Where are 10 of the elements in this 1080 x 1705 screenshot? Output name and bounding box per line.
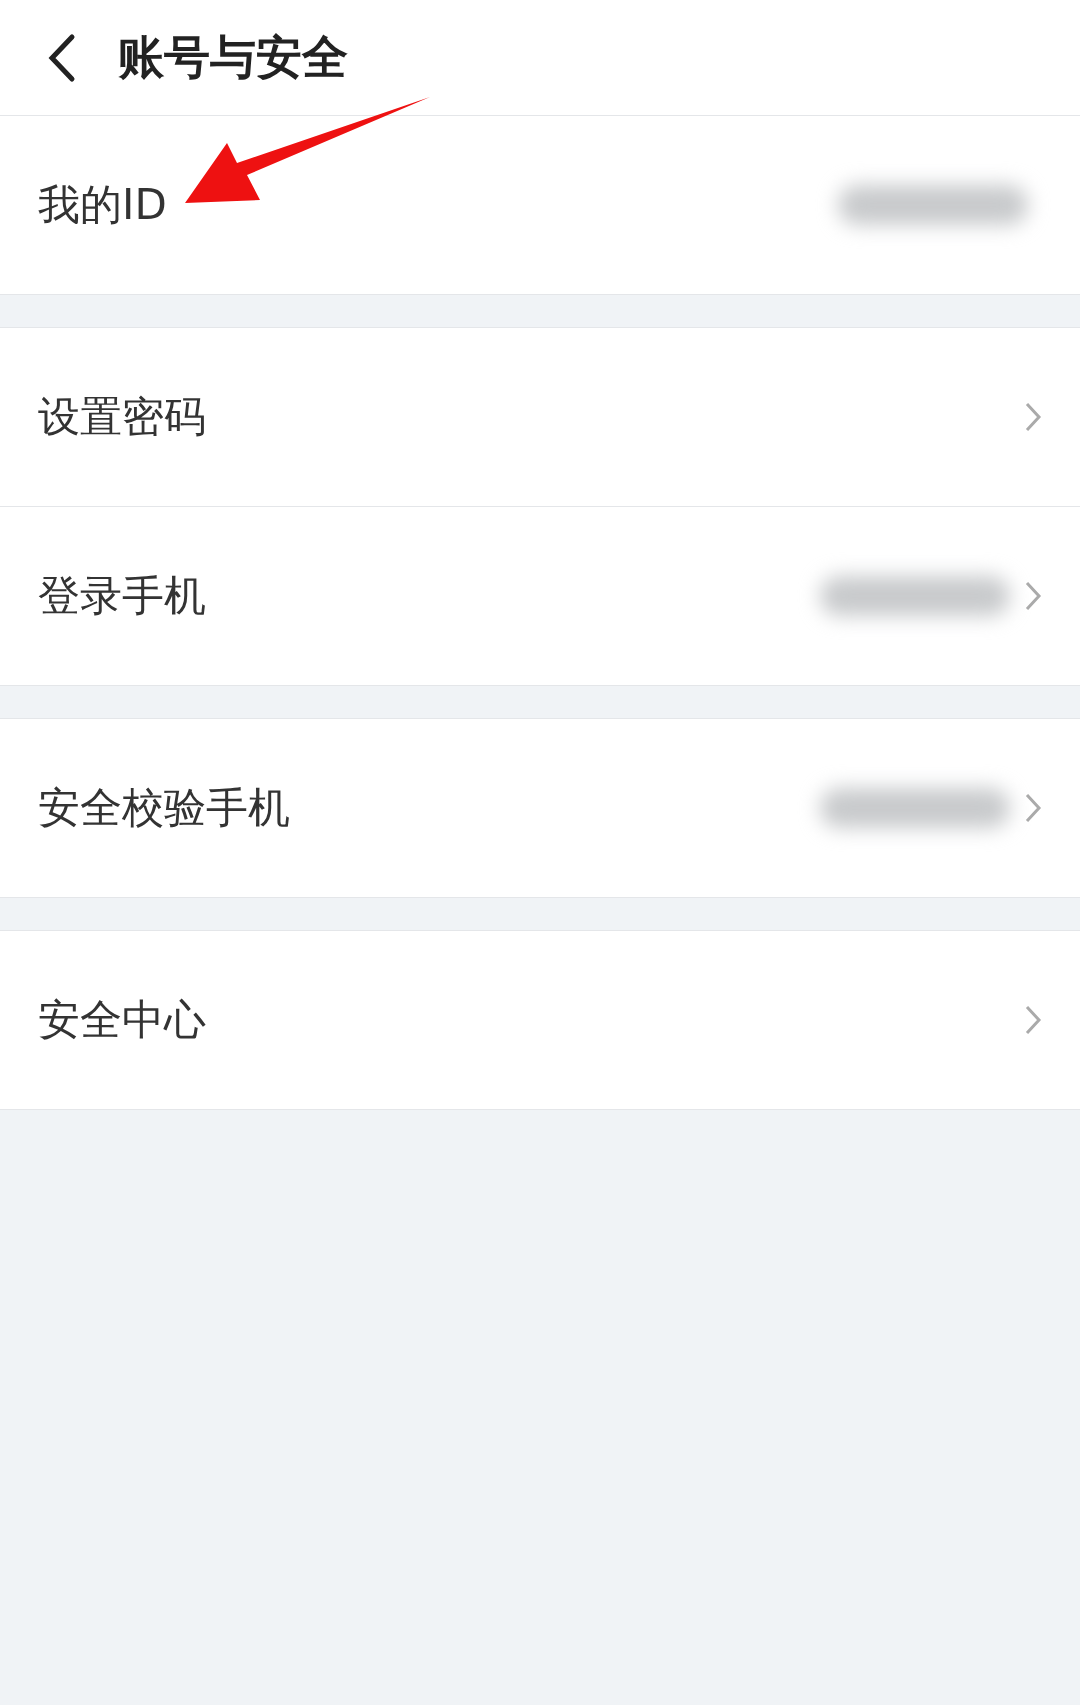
chevron-icon [1024, 580, 1042, 612]
settings-item[interactable]: 安全中心 [38, 992, 1024, 1048]
settings-item[interactable]: 设置密码 [38, 389, 1024, 445]
chevron-icon [1024, 1004, 1042, 1036]
settings-item[interactable]: 登录手机 [38, 568, 820, 624]
page-title: 账号与安全 [118, 28, 348, 86]
settings-item[interactable]: 安全校验手机 [38, 780, 820, 836]
settings-item[interactable]: 我的ID [38, 177, 838, 233]
chevron-icon [1024, 401, 1042, 433]
chevron-icon [1024, 792, 1042, 824]
